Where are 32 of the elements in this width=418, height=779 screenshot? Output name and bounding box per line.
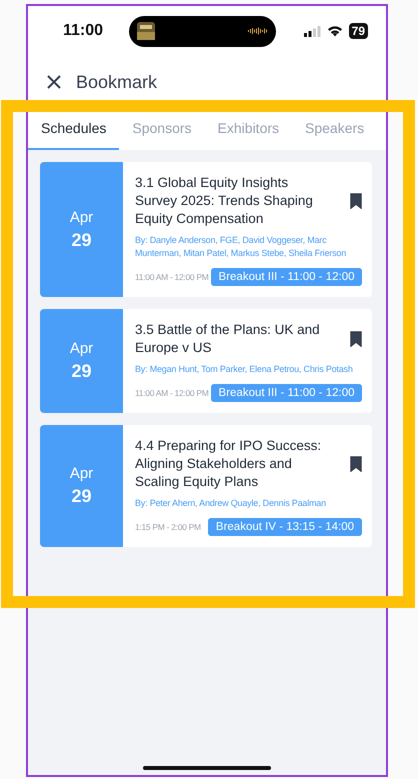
- signal-icon: [304, 26, 321, 36]
- session-time: 11:00 AM - 12:00 PM: [135, 272, 209, 282]
- session-card[interactable]: Apr 29 3.5 Battle of the Plans: UK and Europe v US By: Megan Hunt, Tom Parker, Elena Petrou, Chris Potash 11:00 AM - 12:00 PM Breakout III - 11:00 - 12:00: [40, 309, 372, 413]
- bookmark-icon[interactable]: [350, 193, 362, 209]
- session-title: 3.5 Battle of the Plans: UK and Europe v US: [135, 321, 321, 357]
- date-month: Apr: [70, 208, 94, 226]
- tab[interactable]: Schedules: [28, 108, 120, 150]
- room-badge: Breakout IV - 13:15 - 14:00: [208, 518, 362, 536]
- session-time: 11:00 AM - 12:00 PM: [135, 388, 209, 398]
- wifi-icon: [326, 25, 343, 37]
- date-month: Apr: [70, 340, 94, 357]
- bookmark-icon[interactable]: [350, 331, 362, 347]
- date-day: 29: [71, 361, 92, 382]
- page-title: Bookmark: [76, 72, 158, 92]
- room-badge: Breakout III - 11:00 - 12:00: [210, 268, 362, 286]
- speaker-list: By: Megan Hunt, Tom Parker, Elena Petrou, Chris Potash: [135, 363, 362, 376]
- status-time: 11:00: [63, 22, 104, 40]
- session-title: 4.4 Preparing for IPO Success: Aligning Stakeholders and Scaling Equity Plans: [135, 437, 322, 491]
- session-card[interactable]: [40, 162, 372, 297]
- speaker-list: By: Danyle Anderson, FGE, David Voggeser, Marc Munterman, Mitan Patel, Markus Stebe, Sheila Frierson: [135, 234, 362, 260]
- session-card[interactable]: Apr 29 4.4 Preparing for IPO Success: Aligning Stakeholders and Scaling Equity Plans By: Peter Ahern, Andrew Quayle, Dennis Paalman 1:15 PM - 2:00 PM Breakout IV - 13:15 - 14:00: [40, 425, 372, 547]
- close-button[interactable]: [46, 74, 62, 90]
- date-day: 29: [71, 486, 92, 507]
- room-badge: Breakout III - 11:00 - 12:00: [210, 384, 362, 402]
- speaker-list: By: Peter Ahern, Andrew Quayle, Dennis Paalman: [135, 497, 362, 510]
- session-time: 1:15 PM - 2:00 PM: [135, 522, 201, 532]
- date-month: Apr: [70, 465, 94, 482]
- battery-level: 79: [348, 23, 368, 39]
- waveform-icon: [248, 27, 268, 35]
- date-day: 29: [71, 230, 92, 250]
- session-title: 3.1 Global Equity Insights Survey 2025: Trends Shaping Equity Compensation: [135, 174, 314, 228]
- bookmark-icon[interactable]: [350, 456, 362, 472]
